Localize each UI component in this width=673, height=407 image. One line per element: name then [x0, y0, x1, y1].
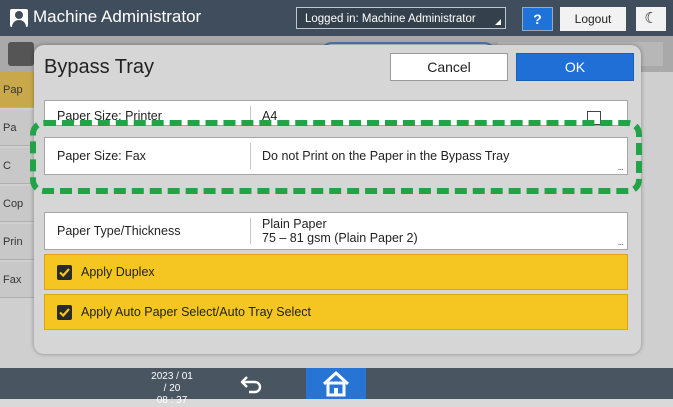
- background-tab: Pa: [0, 110, 36, 146]
- row-value: Do not Print on the Paper in the Bypass …: [262, 149, 510, 163]
- row-value-line: Plain Paper: [262, 217, 327, 231]
- help-button[interactable]: ?: [522, 7, 553, 31]
- cancel-button[interactable]: Cancel: [390, 53, 508, 81]
- date-time: 2023 / 01 / 20 08 : 37: [149, 371, 195, 407]
- time-text: 08 : 37: [156, 395, 188, 406]
- background-back-icon: [8, 42, 34, 66]
- background-tab: Cop: [0, 186, 36, 222]
- checkbox-label: Apply Auto Paper Select/Auto Tray Select: [81, 305, 311, 319]
- row-separator: [250, 143, 251, 169]
- dialog-title: Bypass Tray: [44, 56, 155, 78]
- background-tab: Prin: [0, 224, 36, 260]
- paper-type-thickness-row[interactable]: Paper Type/Thickness Plain Paper 75 – 81…: [44, 212, 628, 250]
- more-icon: ...: [617, 237, 624, 248]
- background-tab: Pap: [0, 72, 36, 108]
- bottom-bar: 2023 / 01 / 20 08 : 37: [0, 368, 673, 406]
- night-mode-button[interactable]: ☾: [636, 7, 666, 31]
- moon-icon: ☾: [644, 10, 658, 27]
- row-label: Paper Type/Thickness: [57, 224, 181, 238]
- checkbox-icon: [587, 111, 601, 125]
- checkmark-icon: [57, 265, 72, 280]
- row-value-line: 75 – 81 gsm (Plain Paper 2): [262, 231, 418, 245]
- row-label: Paper Size: Printer: [57, 109, 162, 123]
- home-icon: [322, 371, 350, 397]
- back-button[interactable]: [236, 371, 268, 397]
- checkbox-label: Apply Duplex: [81, 265, 155, 279]
- ok-button[interactable]: OK: [516, 53, 634, 81]
- apply-duplex-checkbox[interactable]: Apply Duplex: [44, 254, 628, 290]
- row-value: A4: [262, 109, 278, 123]
- more-icon: ...: [617, 162, 624, 173]
- background-tab: C: [0, 148, 36, 184]
- apply-auto-paper-select-checkbox[interactable]: Apply Auto Paper Select/Auto Tray Select: [44, 294, 628, 330]
- row-label: Paper Size: Fax: [57, 149, 146, 163]
- user-name: Machine Administrator: [33, 7, 202, 26]
- logout-button[interactable]: Logout: [560, 7, 626, 31]
- row-value: Plain Paper 75 – 81 gsm (Plain Paper 2): [262, 213, 607, 249]
- background-tab: Fax: [0, 262, 36, 298]
- checkmark-icon: [57, 305, 72, 320]
- row-separator: [250, 106, 251, 120]
- date-text: 2023 / 01 / 20: [151, 371, 193, 394]
- login-status-button[interactable]: Logged in: Machine Administrator: [296, 7, 506, 29]
- user-icon: [10, 9, 28, 27]
- home-button[interactable]: [306, 368, 366, 399]
- paper-size-fax-row[interactable]: Paper Size: Fax Do not Print on the Pape…: [44, 137, 628, 175]
- bypass-tray-dialog: Bypass Tray Cancel OK Paper Size: Printe…: [34, 45, 641, 354]
- paper-size-printer-row[interactable]: Paper Size: Printer A4: [44, 100, 628, 126]
- row-separator: [250, 218, 251, 244]
- top-bar: Machine Administrator Logged in: Machine…: [0, 0, 673, 36]
- back-arrow-icon: [240, 376, 262, 394]
